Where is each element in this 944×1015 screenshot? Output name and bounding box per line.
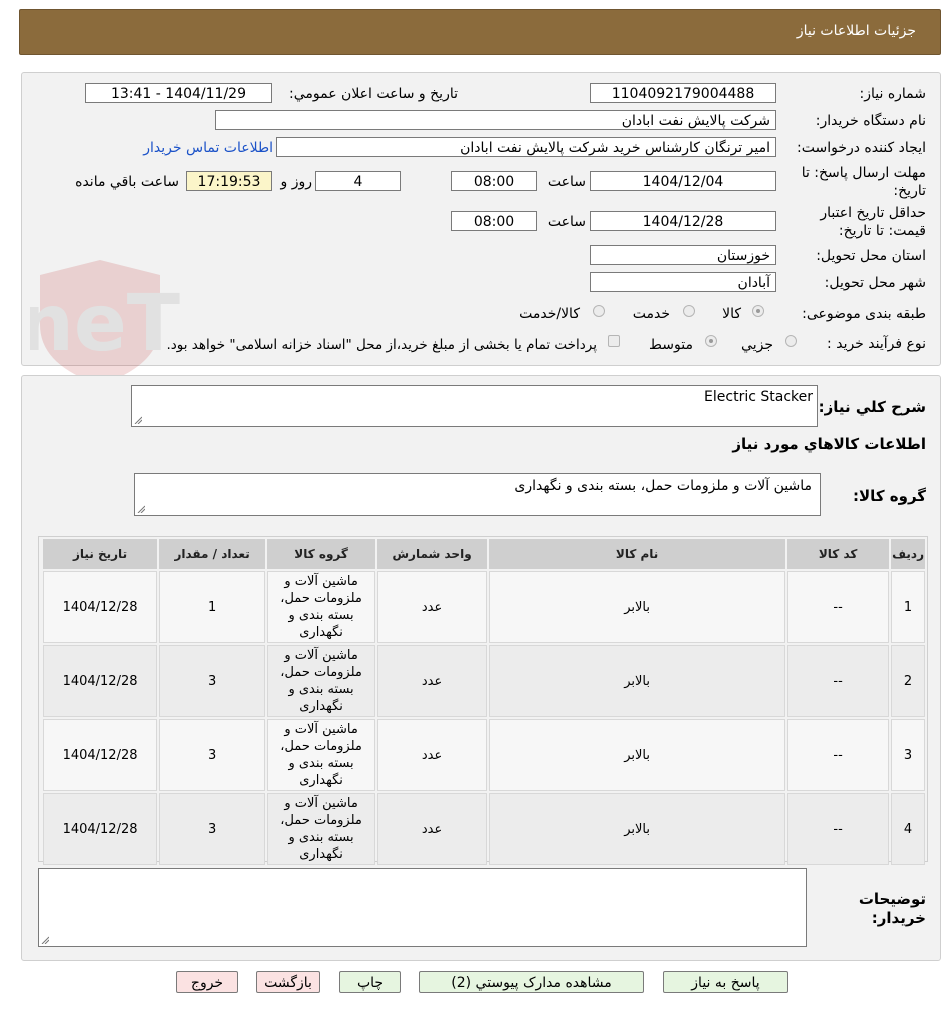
buyer-notes-label: توضیحات bbox=[858, 890, 926, 908]
deadline-time-label: ساعت bbox=[547, 174, 586, 190]
col-qty: تعداد / مقدار bbox=[159, 539, 266, 569]
remaining-label: ساعت باقي مانده bbox=[75, 174, 179, 190]
cell-date: 1404/12/28 bbox=[43, 793, 158, 865]
svg-text:AriaTender.neT: AriaTender.neT bbox=[30, 279, 180, 369]
cell-row: 3 bbox=[891, 719, 925, 791]
reply-button[interactable]: پاسخ به نیاز bbox=[663, 971, 788, 993]
process-option-medium: متوسط bbox=[649, 337, 693, 353]
category-radio-service[interactable] bbox=[683, 305, 695, 317]
days-label: روز و bbox=[280, 174, 313, 190]
deadline-label-2: تاریخ: bbox=[893, 183, 926, 199]
col-code: کد کالا bbox=[787, 539, 890, 569]
buyer-notes-label-2: خریدار: bbox=[871, 909, 926, 927]
page-header: جزئیات اطلاعات نیاز bbox=[19, 9, 941, 55]
goods-section-title: اطلاعات کالاهاي مورد نیاز bbox=[732, 435, 926, 453]
need-number-label: شماره نیاز: bbox=[859, 86, 927, 102]
requester-field: امیر ترنگان کارشناس خرید شرکت پالایش نفت… bbox=[276, 137, 776, 157]
resize-grip-icon bbox=[134, 416, 142, 424]
cell-row: 4 bbox=[891, 793, 925, 865]
validity-label: حداقل تاریخ اعتبار bbox=[820, 205, 926, 221]
back-button[interactable]: بازگشت bbox=[256, 971, 320, 993]
cell-group: ماشین آلات و ملزومات حمل، بسته بندی و نگ… bbox=[267, 719, 376, 791]
cell-row: 1 bbox=[891, 571, 925, 643]
cell-code: -- bbox=[787, 571, 890, 643]
validity-label-2: قیمت: تا تاریخ: bbox=[838, 223, 926, 239]
deadline-date-field: 1404/12/04 bbox=[590, 171, 776, 191]
buyer-org-label: نام دستگاه خریدار: bbox=[815, 113, 926, 129]
validity-time-field: 08:00 bbox=[451, 211, 537, 231]
resize-grip-icon bbox=[41, 936, 49, 944]
description-label: شرح کلي نیاز: bbox=[818, 398, 926, 416]
cell-qty: 3 bbox=[159, 645, 266, 717]
goods-group-field: ماشین آلات و ملزومات حمل، بسته بندی و نگ… bbox=[134, 473, 821, 516]
table-row: 3 -- بالابر عدد ماشین آلات و ملزومات حمل… bbox=[43, 719, 925, 791]
cell-code: -- bbox=[787, 719, 890, 791]
cell-date: 1404/12/28 bbox=[43, 719, 158, 791]
col-group: گروه کالا bbox=[267, 539, 376, 569]
cell-name: بالابر bbox=[489, 793, 786, 865]
table-header-row: ردیف کد کالا نام کالا واحد شمارش گروه کا… bbox=[43, 539, 925, 569]
deadline-label: مهلت ارسال پاسخ: تا bbox=[801, 165, 926, 181]
goods-group-label: گروه کالا: bbox=[853, 487, 926, 505]
page-title: جزئیات اطلاعات نیاز bbox=[796, 23, 916, 39]
watermark-logo: AriaTender.neT bbox=[30, 260, 180, 385]
cell-date: 1404/12/28 bbox=[43, 645, 158, 717]
items-table-wrapper: ردیف کد کالا نام کالا واحد شمارش گروه کا… bbox=[38, 536, 928, 865]
exit-button[interactable]: خروج bbox=[176, 971, 238, 993]
category-option-goods: کالا bbox=[722, 306, 741, 322]
cell-unit: عدد bbox=[377, 645, 488, 717]
goods-group-value: ماشین آلات و ملزومات حمل، بسته بندی و نگ… bbox=[514, 478, 812, 494]
process-radio-minor[interactable] bbox=[785, 335, 797, 347]
cell-code: -- bbox=[787, 645, 890, 717]
process-label: نوع فرآیند خرید : bbox=[827, 336, 926, 352]
table-row: 2 -- بالابر عدد ماشین آلات و ملزومات حمل… bbox=[43, 645, 925, 717]
cell-qty: 3 bbox=[159, 719, 266, 791]
category-label: طبقه بندی موضوعی: bbox=[802, 306, 926, 322]
process-option-minor: جزیي bbox=[741, 337, 773, 353]
cell-unit: عدد bbox=[377, 571, 488, 643]
announce-field: 1404/11/29 - 13:41 bbox=[85, 83, 272, 103]
description-field: Electric Stacker bbox=[131, 385, 818, 427]
cell-name: بالابر bbox=[489, 719, 786, 791]
deadline-time-field: 08:00 bbox=[451, 171, 537, 191]
province-label: استان محل تحویل: bbox=[816, 248, 926, 264]
cell-qty: 1 bbox=[159, 571, 266, 643]
description-value: Electric Stacker bbox=[704, 389, 813, 405]
table-row: 1 -- بالابر عدد ماشین آلات و ملزومات حمل… bbox=[43, 571, 925, 643]
days-field: 4 bbox=[315, 171, 401, 191]
cell-group: ماشین آلات و ملزومات حمل، بسته بندی و نگ… bbox=[267, 571, 376, 643]
cell-code: -- bbox=[787, 793, 890, 865]
items-table: ردیف کد کالا نام کالا واحد شمارش گروه کا… bbox=[41, 537, 927, 867]
announce-label: تاریخ و ساعت اعلان عمومي: bbox=[289, 86, 458, 102]
remaining-time-field: 17:19:53 bbox=[186, 171, 272, 191]
table-row: 4 -- بالابر عدد ماشین آلات و ملزومات حمل… bbox=[43, 793, 925, 865]
process-radio-medium[interactable] bbox=[705, 335, 717, 347]
requester-label: ایجاد کننده درخواست: bbox=[797, 140, 926, 156]
cell-name: بالابر bbox=[489, 645, 786, 717]
category-option-service: خدمت bbox=[632, 306, 670, 322]
cell-unit: عدد bbox=[377, 793, 488, 865]
print-button[interactable]: چاپ bbox=[339, 971, 401, 993]
col-name: نام کالا bbox=[489, 539, 786, 569]
col-unit: واحد شمارش bbox=[377, 539, 488, 569]
cell-group: ماشین آلات و ملزومات حمل، بسته بندی و نگ… bbox=[267, 793, 376, 865]
view-attachments-button[interactable]: مشاهده مدارک پیوستي (2) bbox=[419, 971, 644, 993]
resize-grip-icon bbox=[137, 505, 145, 513]
validity-time-label: ساعت bbox=[547, 214, 586, 230]
need-number-field: 1104092179004488 bbox=[590, 83, 776, 103]
cell-name: بالابر bbox=[489, 571, 786, 643]
buyer-contact-link[interactable]: اطلاعات تماس خریدار bbox=[143, 140, 273, 156]
buyer-org-field: شرکت پالایش نفت ابادان bbox=[215, 110, 776, 130]
cell-unit: عدد bbox=[377, 719, 488, 791]
validity-date-field: 1404/12/28 bbox=[590, 211, 776, 231]
cell-qty: 3 bbox=[159, 793, 266, 865]
cell-group: ماشین آلات و ملزومات حمل، بسته بندی و نگ… bbox=[267, 645, 376, 717]
col-row: ردیف bbox=[891, 539, 925, 569]
cell-date: 1404/12/28 bbox=[43, 571, 158, 643]
city-label: شهر محل تحویل: bbox=[824, 275, 926, 291]
buyer-notes-field[interactable] bbox=[38, 868, 807, 947]
category-radio-goods[interactable] bbox=[752, 305, 764, 317]
cell-row: 2 bbox=[891, 645, 925, 717]
col-date: تاریخ نیاز bbox=[43, 539, 158, 569]
